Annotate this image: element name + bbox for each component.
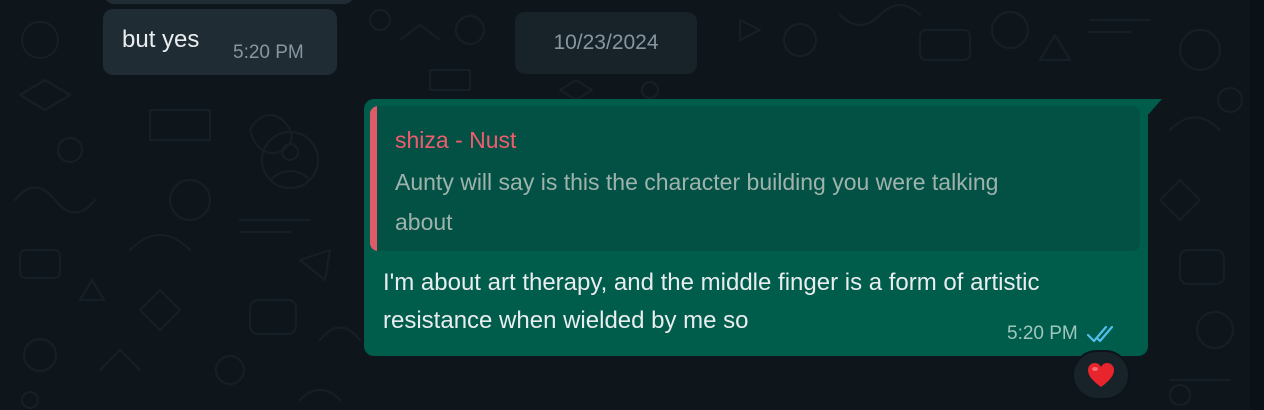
- incoming-message-time: 5:20 PM: [233, 42, 304, 63]
- quoted-message-author: shiza - Nust: [395, 127, 517, 153]
- previous-message-bubble: [104, 0, 354, 4]
- outgoing-message-time: 5:20 PM: [1007, 323, 1078, 344]
- incoming-message-text: but yes: [122, 26, 200, 53]
- double-check-read-icon: [1086, 325, 1113, 343]
- heart-emoji-icon: [1088, 363, 1114, 387]
- outgoing-message-bubble[interactable]: shiza - Nust Aunty will say is this the …: [364, 99, 1148, 356]
- chat-message-area: but yes 5:20 PM 10/23/2024 shiza - Nust …: [0, 0, 1264, 410]
- quoted-message[interactable]: shiza - Nust Aunty will say is this the …: [370, 106, 1140, 251]
- outgoing-bubble-tail: [1146, 99, 1162, 117]
- outgoing-message-meta: 5:20 PM: [1007, 323, 1118, 345]
- incoming-message-bubble[interactable]: but yes 5:20 PM: [103, 9, 337, 75]
- message-reaction[interactable]: [1072, 350, 1130, 400]
- quoted-message-text: Aunty will say is this the character bui…: [395, 169, 999, 235]
- date-separator: 10/23/2024: [515, 12, 697, 74]
- quote-accent-bar: [370, 106, 377, 251]
- chat-scrollbar[interactable]: [1250, 0, 1264, 410]
